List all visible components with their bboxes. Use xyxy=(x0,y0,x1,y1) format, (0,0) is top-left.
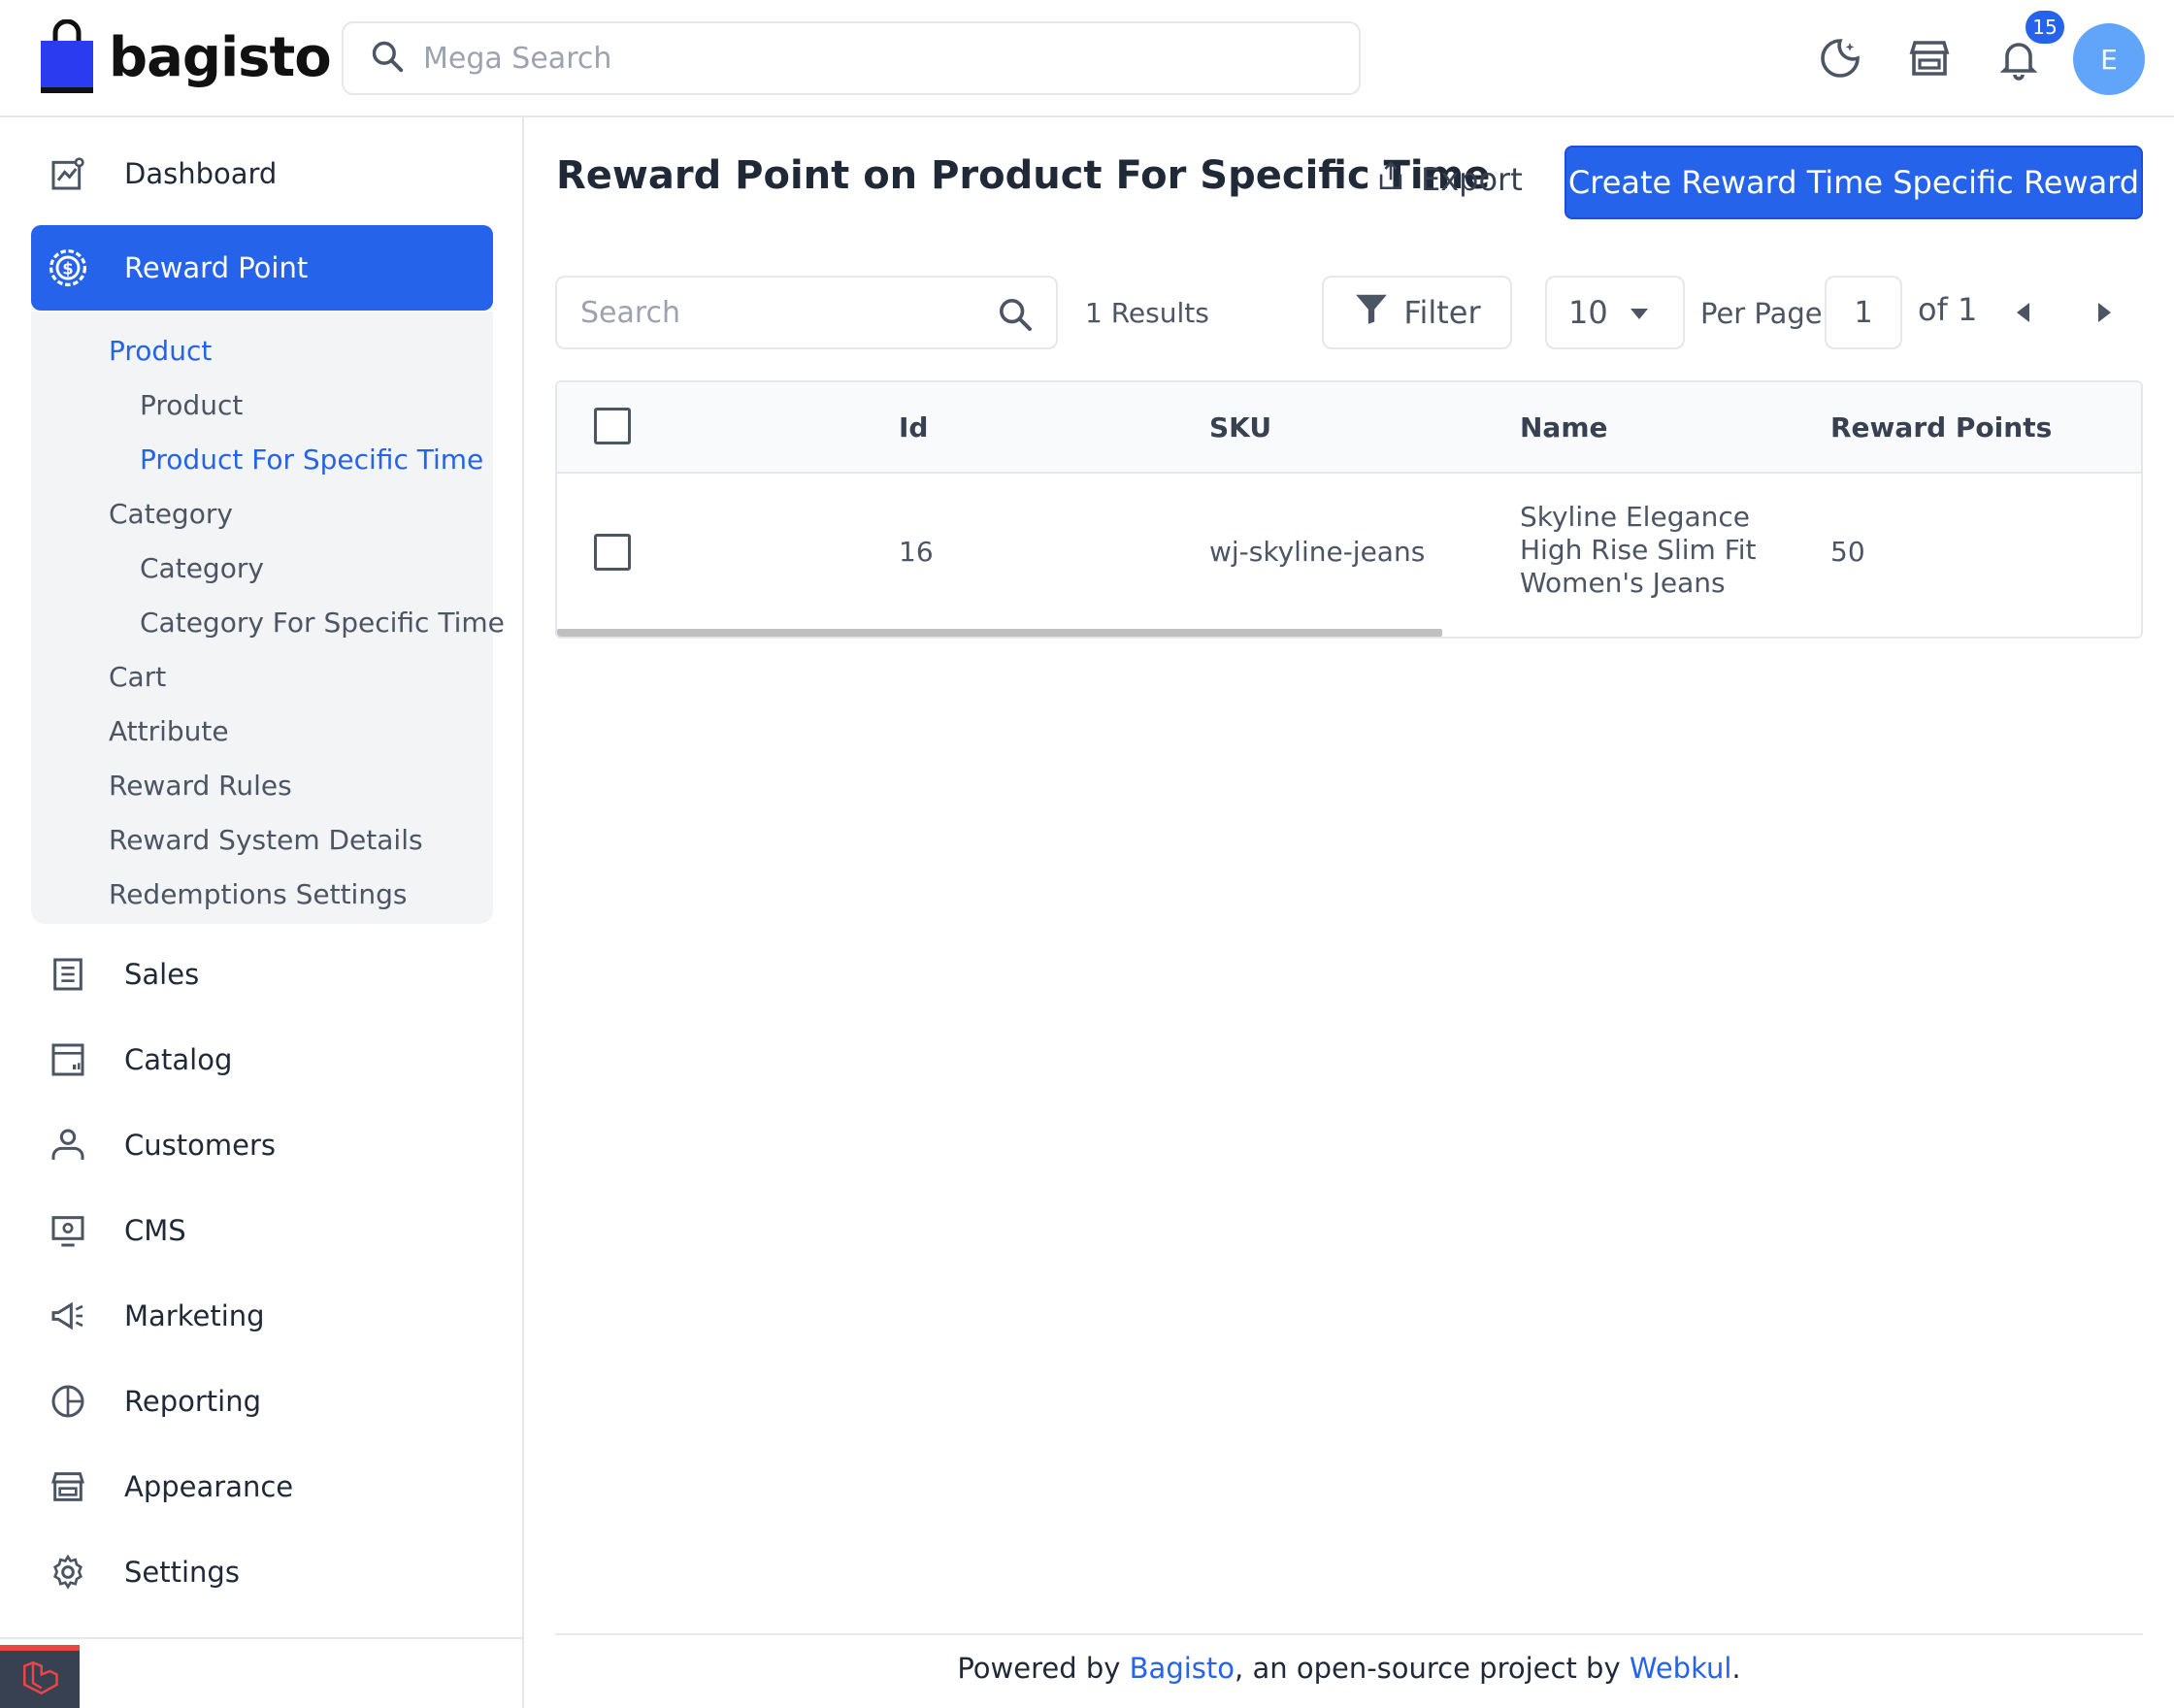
grid-search-input[interactable] xyxy=(580,295,969,330)
mega-search-input[interactable] xyxy=(423,41,1297,76)
reporting-icon xyxy=(47,1380,89,1423)
table-row: 16 wj-skyline-jeans Skyline Elegance Hig… xyxy=(557,474,2141,631)
footer-divider xyxy=(555,1633,2143,1635)
search-icon[interactable] xyxy=(996,295,1035,338)
brand-logo[interactable]: bagisto xyxy=(39,18,332,95)
sidebar-item-label: Dashboard xyxy=(124,157,278,190)
mega-search-bar[interactable] xyxy=(342,21,1361,95)
filter-label: Filter xyxy=(1403,294,1481,331)
dashboard-icon xyxy=(47,152,89,195)
footer: Powered by Bagisto, an open-source proje… xyxy=(555,1652,2143,1685)
submenu-item-category-specific-time[interactable]: Category For Specific Time xyxy=(140,607,505,639)
select-all-checkbox[interactable] xyxy=(594,408,631,444)
debugbar-toggle[interactable] xyxy=(0,1645,80,1708)
sidebar-item-label: Reward Point xyxy=(124,251,309,284)
sidebar-item-label: Marketing xyxy=(124,1299,265,1332)
settings-icon xyxy=(47,1551,89,1593)
reward-point-submenu: Product Product Product For Specific Tim… xyxy=(31,312,505,924)
catalog-icon xyxy=(47,1038,89,1081)
page-number-input[interactable]: 1 xyxy=(1825,276,1902,349)
caret-down-icon xyxy=(1630,309,1648,319)
sidebar-item-settings[interactable]: Settings xyxy=(31,1529,493,1615)
grid-search-box[interactable] xyxy=(555,276,1058,349)
marketing-icon xyxy=(47,1295,89,1337)
sidebar-item-label: Catalog xyxy=(124,1043,233,1076)
sidebar-item-label: Settings xyxy=(124,1556,240,1589)
column-header-id[interactable]: Id xyxy=(899,411,928,443)
bag-logo-icon xyxy=(39,18,95,95)
brand-name: bagisto xyxy=(109,25,332,89)
submenu-item-attribute[interactable]: Attribute xyxy=(109,715,229,747)
dark-mode-icon[interactable] xyxy=(1817,35,1863,82)
horizontal-scrollbar[interactable] xyxy=(557,629,1442,637)
sidebar-item-label: Customers xyxy=(124,1129,276,1162)
top-header: bagisto 15 E xyxy=(0,0,2174,117)
submenu-item-redemptions-settings[interactable]: Redemptions Settings xyxy=(109,878,407,910)
page-title: Reward Point on Product For Specific Tim… xyxy=(556,153,1491,198)
sales-icon xyxy=(47,953,89,996)
cell-id: 16 xyxy=(899,536,934,568)
sidebar: Product Product Product For Specific Tim… xyxy=(0,117,524,1708)
column-header-sku[interactable]: SKU xyxy=(1209,411,1271,443)
sidebar-item-catalog[interactable]: Catalog xyxy=(31,1017,493,1102)
sidebar-item-label: CMS xyxy=(124,1214,186,1247)
user-avatar[interactable]: E xyxy=(2073,23,2145,95)
submenu-item-reward-rules[interactable]: Reward Rules xyxy=(109,770,292,802)
page-total: of 1 xyxy=(1918,291,1978,328)
filter-icon xyxy=(1353,290,1390,335)
row-checkbox[interactable] xyxy=(594,534,631,571)
cell-sku: wj-skyline-jeans xyxy=(1209,536,1426,568)
sidebar-item-label: Appearance xyxy=(124,1470,294,1503)
previous-page-icon[interactable] xyxy=(2017,303,2029,322)
sidebar-divider xyxy=(0,1637,524,1639)
column-header-reward-points[interactable]: Reward Points xyxy=(1830,411,2052,443)
cms-icon xyxy=(47,1209,89,1252)
submenu-item-cart[interactable]: Cart xyxy=(109,661,166,693)
per-page-label: Per Page xyxy=(1700,297,1823,330)
sidebar-item-reward-point[interactable]: $ Reward Point xyxy=(31,225,493,311)
next-page-icon[interactable] xyxy=(2098,303,2111,322)
table-header: Id SKU Name Reward Points xyxy=(557,382,2141,474)
appearance-icon xyxy=(47,1465,89,1508)
laravel-logo-icon xyxy=(19,1658,60,1702)
footer-middle: , an open-source project by xyxy=(1235,1652,1630,1685)
footer-prefix: Powered by xyxy=(957,1652,1130,1685)
per-page-select[interactable]: 10 xyxy=(1545,276,1685,349)
sidebar-item-cms[interactable]: CMS xyxy=(31,1188,493,1273)
webkul-link[interactable]: Webkul xyxy=(1630,1652,1732,1685)
sidebar-item-label: Reporting xyxy=(124,1385,261,1418)
sidebar-item-label: Sales xyxy=(124,958,200,991)
sidebar-item-customers[interactable]: Customers xyxy=(31,1102,493,1188)
cell-reward-points: 50 xyxy=(1830,536,1865,568)
bagisto-link[interactable]: Bagisto xyxy=(1130,1652,1235,1685)
results-count: 1 Results xyxy=(1085,297,1209,329)
notification-count-badge: 15 xyxy=(2023,8,2067,47)
footer-suffix: . xyxy=(1731,1652,1741,1685)
sidebar-item-marketing[interactable]: Marketing xyxy=(31,1273,493,1359)
per-page-value: 10 xyxy=(1568,294,1608,331)
submenu-item-product[interactable]: Product xyxy=(109,335,212,367)
cell-name: Skyline Elegance High Rise Slim Fit Wome… xyxy=(1520,501,1757,599)
search-icon xyxy=(369,38,406,79)
sidebar-item-appearance[interactable]: Appearance xyxy=(31,1444,493,1529)
column-header-name[interactable]: Name xyxy=(1520,411,1608,443)
submenu-item-category-list[interactable]: Category xyxy=(140,552,264,584)
datagrid-table: Id SKU Name Reward Points 16 wj-skyline-… xyxy=(555,380,2143,639)
reward-point-icon: $ xyxy=(47,246,89,289)
export-label: Export xyxy=(1421,161,1523,198)
customers-icon xyxy=(47,1124,89,1166)
filter-button[interactable]: Filter xyxy=(1322,276,1512,349)
submenu-item-category[interactable]: Category xyxy=(109,498,233,530)
submenu-item-product-specific-time[interactable]: Product For Specific Time xyxy=(140,443,483,476)
submenu-item-reward-system-details[interactable]: Reward System Details xyxy=(109,824,423,856)
export-button[interactable]: Export xyxy=(1374,159,1523,200)
submenu-item-product-list[interactable]: Product xyxy=(140,389,243,421)
create-reward-button[interactable]: Create Reward Time Specific Reward xyxy=(1565,146,2143,219)
storefront-icon[interactable] xyxy=(1906,35,1953,82)
export-icon xyxy=(1374,159,1407,200)
sidebar-item-sales[interactable]: Sales xyxy=(31,932,493,1017)
sidebar-item-reporting[interactable]: Reporting xyxy=(31,1359,493,1444)
svg-text:$: $ xyxy=(62,259,73,278)
sidebar-item-dashboard[interactable]: Dashboard xyxy=(31,131,493,216)
